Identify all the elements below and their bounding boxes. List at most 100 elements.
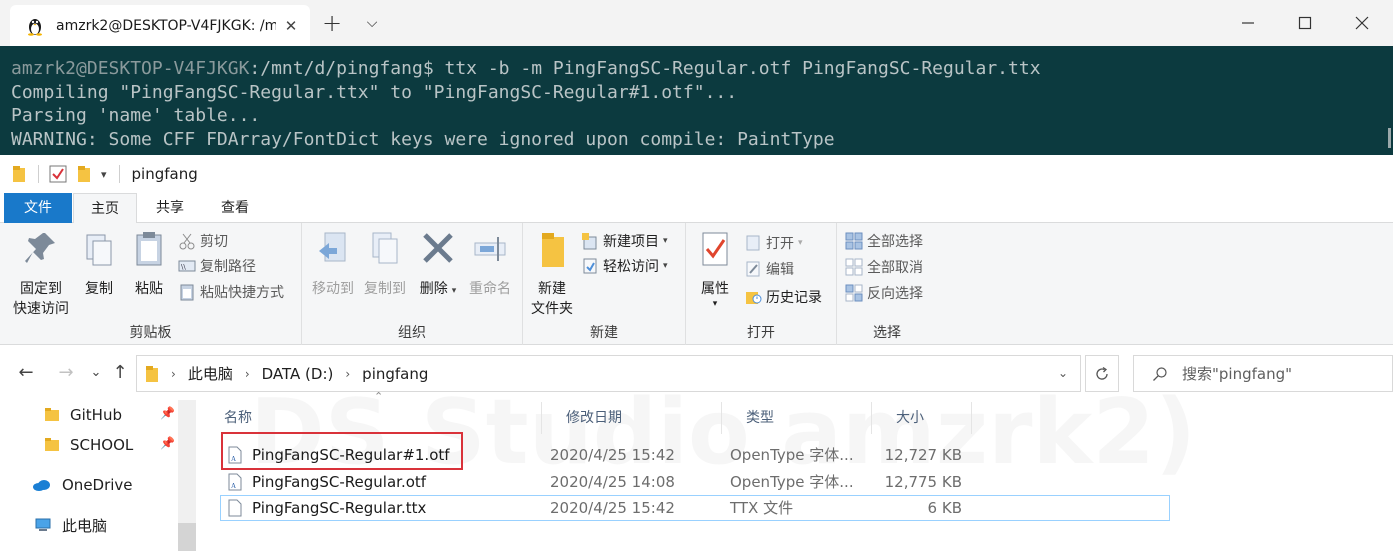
file-row[interactable]: A PingFangSC-Regular.otf 2020/4/25 14:08… [220,469,1170,495]
ribbon-home: 固定到 快速访问 复制 粘贴 剪切 \\ 复制路径 粘贴快捷方式 剪贴板 移动到… [0,223,1393,345]
pin-icon: 📌 [160,436,175,450]
highlight-annotation-box [221,432,463,470]
sidebar-item-github[interactable]: GitHub [44,401,122,429]
copy-icon [86,234,112,266]
terminal-output-line: Compiling "PingFangSC-Regular.ttx" to "P… [11,81,738,103]
address-dropdown-button[interactable]: ⌄ [1058,366,1068,380]
refresh-icon [1096,366,1108,380]
copy-button[interactable]: 复制 [76,229,122,299]
svg-text:A: A [231,482,236,490]
new-item-button[interactable]: 新建项目 ▾ [581,229,668,253]
delete-button[interactable]: 删除 ▾ [414,229,462,301]
delete-x-icon [423,233,453,263]
navigation-pane: GitHub 📌 SCHOOL 📌 OneDrive 此电脑 [0,400,200,551]
up-button[interactable]: ↑ [108,361,132,385]
linux-tux-icon [28,18,42,36]
paste-icon [136,232,162,266]
select-group: 全部选择 全部取消 反向选择 选择 [837,223,937,345]
breadcrumb-data-drive[interactable]: DATA (D:) [262,365,334,383]
tab-file[interactable]: 文件 [4,193,72,223]
invert-selection-icon [845,284,863,302]
column-header-type[interactable]: 类型 [722,402,872,434]
new-tab-button[interactable]: + [318,10,346,36]
easy-access-button[interactable]: 轻松访问 ▾ [581,254,668,278]
sidebar-item-this-pc[interactable]: 此电脑 [34,511,107,539]
paste-shortcut-icon [180,284,194,301]
folder-icon [146,365,158,382]
organize-group-label: 组织 [398,325,426,341]
terminal-scrollbar[interactable] [1388,128,1391,148]
rename-button[interactable]: 重命名 [462,229,518,299]
ribbon-tabs: 文件 主页 共享 查看 [0,193,1393,224]
move-to-label: 移动到 [312,281,354,297]
properties-check-icon [702,232,728,266]
rename-label: 重命名 [469,281,511,297]
open-group-label: 打开 [747,325,775,341]
pin-to-quick-access-button[interactable]: 固定到 快速访问 [6,229,76,319]
copy-to-icon [372,232,398,264]
breadcrumb-separator[interactable]: › [171,367,176,381]
copy-path-label: 复制路径 [200,259,256,275]
select-all-button[interactable]: 全部选择 [845,229,923,253]
history-button[interactable]: 历史记录 [744,285,822,309]
cut-button[interactable]: 剪切 [178,229,228,253]
new-folder-icon[interactable] [77,165,91,183]
breadcrumb-pingfang[interactable]: pingfang [362,365,428,383]
tab-share[interactable]: 共享 [140,193,200,223]
paste-button[interactable]: 粘贴 [126,229,172,299]
folder-icon[interactable] [12,165,26,183]
breadcrumb-separator[interactable]: › [245,367,250,381]
terminal-output[interactable]: amzrk2@DESKTOP-V4FJKGK:/mnt/d/pingfang$ … [0,46,1393,155]
new-folder-line2: 文件夹 [531,301,573,317]
invert-selection-button[interactable]: 反向选择 [845,281,923,305]
select-none-icon [845,258,863,276]
new-folder-button[interactable]: 新建 文件夹 [527,229,577,319]
tab-dropdown-button[interactable]: ⌵ [358,10,386,36]
nav-scrollbar-thumb[interactable] [178,523,196,551]
copy-path-button[interactable]: \\ 复制路径 [178,254,256,278]
customize-qat-dropdown[interactable]: ▾ [101,168,107,181]
file-row-selected[interactable]: PingFangSC-Regular.ttx 2020/4/25 15:42 T… [220,495,1170,521]
open-button[interactable]: 打开 ▾ [744,231,803,255]
sidebar-item-school[interactable]: SCHOOL [44,431,133,459]
recent-locations-button[interactable]: ⌄ [84,361,108,385]
tab-home[interactable]: 主页 [73,193,137,224]
terminal-tab[interactable]: amzrk2@DESKTOP-V4FJKGK: /m ✕ [10,5,310,46]
search-input[interactable]: 搜索"pingfang" [1133,355,1393,392]
file-type: TTX 文件 [730,499,794,517]
maximize-button[interactable] [1282,8,1328,38]
column-header-date[interactable]: 修改日期 [542,402,722,434]
column-header-name[interactable]: 名称 [200,402,542,434]
move-to-icon [319,232,346,262]
new-item-label: 新建项目 [603,234,659,250]
close-window-button[interactable] [1339,8,1385,38]
refresh-button[interactable] [1085,355,1119,392]
computer-icon [35,518,51,531]
edit-button[interactable]: 编辑 [744,257,794,281]
tab-close-icon[interactable]: ✕ [282,17,300,35]
move-to-button[interactable]: 移动到 [306,229,360,299]
search-icon [1153,366,1167,381]
properties-label: 属性 [701,281,729,297]
select-none-button[interactable]: 全部取消 [845,255,923,279]
properties-check-icon[interactable] [49,165,67,183]
back-button[interactable]: ← [14,361,38,385]
paste-shortcut-label: 粘贴快捷方式 [200,285,284,301]
paste-shortcut-button[interactable]: 粘贴快捷方式 [178,280,284,304]
minimize-button[interactable] [1225,8,1271,38]
copy-to-label: 复制到 [364,281,406,297]
select-group-label: 选择 [873,325,901,341]
column-header-size[interactable]: 大小 [872,402,972,434]
copy-to-button[interactable]: 复制到 [358,229,412,299]
properties-button[interactable]: 属性 ▾ [692,229,738,309]
breadcrumb-this-pc[interactable]: 此电脑 [188,363,233,384]
open-icon [746,235,760,251]
terminal-output-line: WARNING: Some CFF FDArray/FontDict keys … [11,128,835,150]
forward-button[interactable]: → [54,361,78,385]
tab-view[interactable]: 查看 [205,193,265,223]
address-bar[interactable]: › 此电脑 › DATA (D:) › pingfang ⌄ [136,355,1081,392]
pin-label-line1: 固定到 [20,281,62,297]
sidebar-item-onedrive[interactable]: OneDrive [32,471,133,499]
breadcrumb-separator[interactable]: › [345,367,350,381]
delete-label: 删除 ▾ [419,281,457,297]
